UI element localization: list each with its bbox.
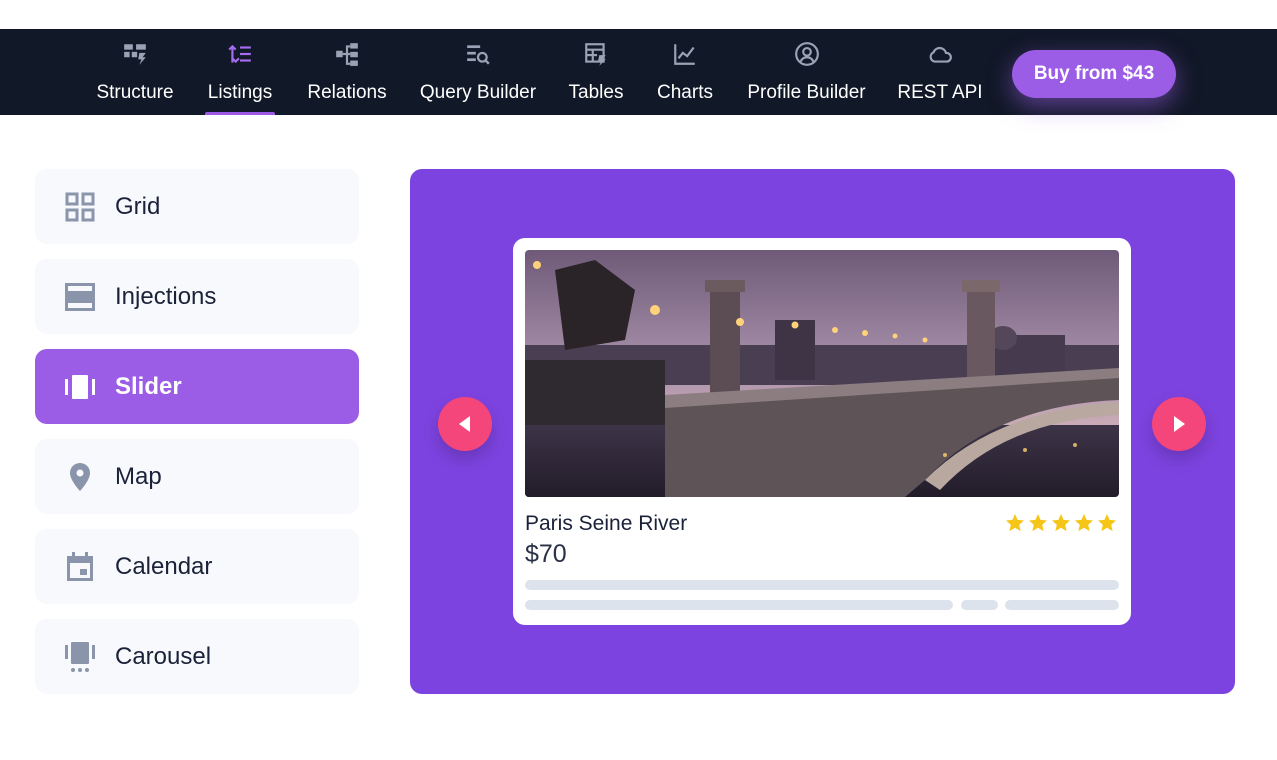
sidebar-item-label: Carousel: [115, 642, 212, 670]
structure-icon: [121, 40, 149, 68]
nav-item-profile-builder[interactable]: Profile Builder: [744, 29, 869, 115]
relations-icon: [333, 40, 361, 68]
star-icon: [1006, 514, 1024, 532]
profile-icon: [793, 40, 821, 68]
star-icon: [1075, 514, 1093, 532]
query-builder-icon: [464, 40, 492, 68]
arrow-right-icon: [1174, 416, 1185, 432]
charts-icon: [671, 40, 699, 68]
sidebar-item-label: Calendar: [115, 552, 213, 580]
listing-title: Paris Seine River: [525, 512, 688, 535]
listing-card[interactable]: Paris Seine River $70: [513, 238, 1131, 625]
grid-icon: [63, 190, 97, 224]
nav-label: Structure: [96, 82, 174, 103]
placeholder-text-line: [525, 600, 953, 610]
sidebar-item-carousel[interactable]: Carousel: [35, 619, 359, 694]
nav-label: Profile Builder: [747, 82, 866, 103]
nav-label: REST API: [897, 82, 983, 103]
nav-item-query-builder[interactable]: Query Builder: [418, 29, 538, 115]
sidebar-item-map[interactable]: Map: [35, 439, 359, 514]
sidebar-item-grid[interactable]: Grid: [35, 169, 359, 244]
placeholder-text-line: [961, 600, 998, 610]
top-navigation: Structure Listings Relations Query Build…: [0, 29, 1277, 115]
sidebar-item-slider[interactable]: Slider: [35, 349, 359, 424]
slider-icon: [63, 370, 97, 404]
injections-icon: [63, 280, 97, 314]
slider-preview-panel: Paris Seine River $70: [410, 169, 1235, 694]
nav-item-charts[interactable]: Charts: [655, 29, 715, 115]
nav-label: Charts: [657, 82, 713, 103]
sidebar-item-calendar[interactable]: Calendar: [35, 529, 359, 604]
nav-label: Listings: [207, 82, 273, 103]
rating-stars: [1005, 513, 1117, 533]
carousel-icon: [63, 640, 97, 674]
sidebar-item-label: Injections: [115, 282, 217, 310]
nav-item-structure[interactable]: Structure: [94, 29, 176, 115]
star-icon: [1029, 514, 1047, 532]
tables-icon: [582, 40, 610, 68]
listing-photo: [525, 250, 1119, 497]
placeholder-text-line: [525, 580, 1119, 590]
placeholder-text-line: [1005, 600, 1119, 610]
listings-icon: [226, 40, 254, 68]
star-icon: [1052, 514, 1070, 532]
map-pin-icon: [63, 460, 97, 494]
active-tab-indicator: [205, 112, 275, 115]
nav-label: Query Builder: [419, 82, 537, 103]
buy-button[interactable]: Buy from $43: [1012, 50, 1176, 98]
nav-label: Relations: [307, 82, 387, 103]
nav-item-tables[interactable]: Tables: [566, 29, 626, 115]
nav-item-listings[interactable]: Listings: [205, 29, 275, 115]
nav-item-rest-api[interactable]: REST API: [897, 29, 983, 115]
star-icon: [1098, 514, 1116, 532]
nav-label: Tables: [568, 82, 624, 103]
listing-price: $70: [525, 540, 567, 568]
sidebar-item-label: Slider: [115, 372, 182, 400]
calendar-icon: [63, 550, 97, 584]
arrow-left-icon: [459, 416, 470, 432]
cloud-icon: [926, 40, 954, 68]
slider-prev-button[interactable]: [438, 397, 492, 451]
slider-next-button[interactable]: [1152, 397, 1206, 451]
nav-item-relations[interactable]: Relations: [305, 29, 389, 115]
sidebar-item-injections[interactable]: Injections: [35, 259, 359, 334]
sidebar-item-label: Grid: [115, 192, 161, 220]
sidebar-item-label: Map: [115, 462, 162, 490]
